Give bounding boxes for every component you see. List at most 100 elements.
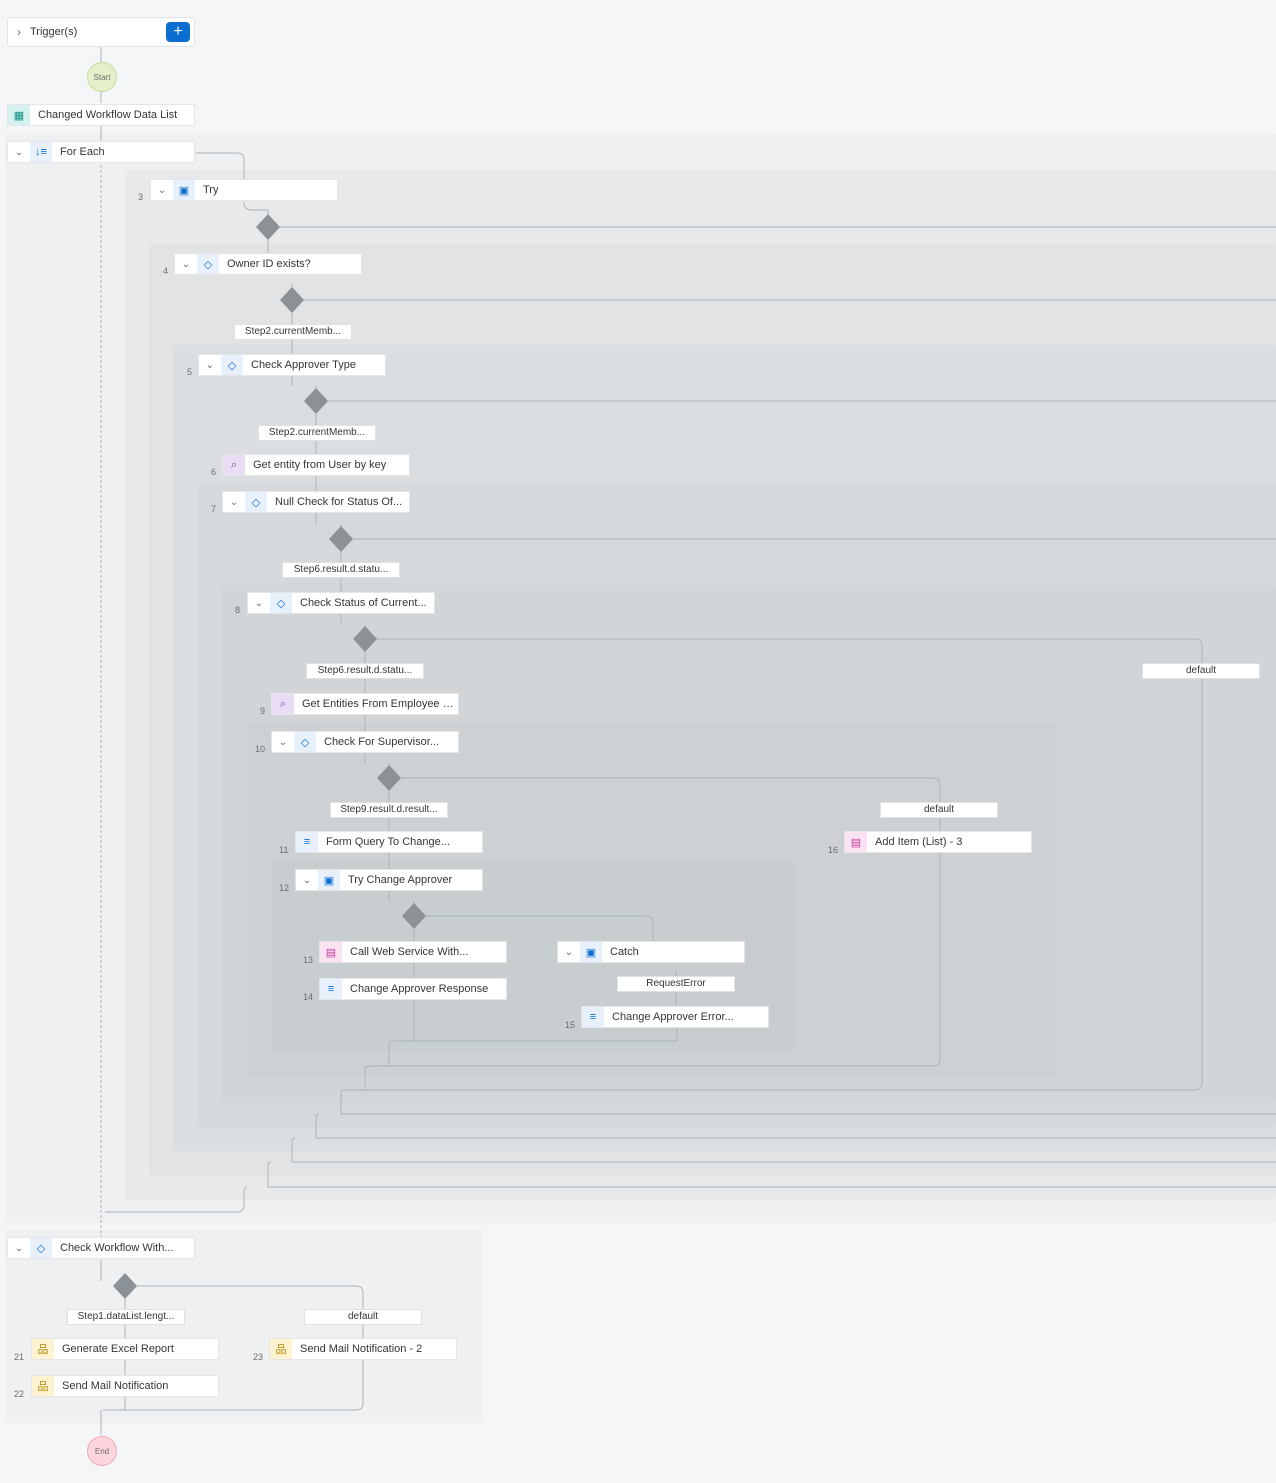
step-number: 22 bbox=[14, 1389, 25, 1399]
step-number: 12 bbox=[279, 883, 290, 893]
trigger-node[interactable]: › Trigger(s) + bbox=[7, 17, 195, 47]
script-icon: ≡ bbox=[320, 979, 342, 999]
check-status-node[interactable]: ⌄ ◇ Check Status of Current... bbox=[247, 592, 435, 614]
node-label: Change Approver Error... bbox=[612, 1011, 734, 1023]
try-node[interactable]: ⌄ ▣ Try bbox=[150, 179, 338, 201]
node-label: Generate Excel Report bbox=[62, 1343, 174, 1355]
step-number: 21 bbox=[14, 1352, 25, 1362]
condition-label[interactable]: default bbox=[1142, 663, 1260, 679]
connector-lines bbox=[100, 45, 1276, 1435]
try-icon: ▣ bbox=[318, 870, 340, 890]
condition-icon: ◇ bbox=[270, 593, 292, 613]
get-entities-job-node[interactable]: ⌕ Get Entities From Employee Job bbox=[271, 693, 459, 715]
gen-excel-node[interactable]: 品 Generate Excel Report bbox=[31, 1338, 219, 1360]
node-label: Try bbox=[203, 184, 219, 196]
catch-node[interactable]: ⌄ ▣ Catch bbox=[557, 941, 745, 963]
condition-label[interactable]: RequestError bbox=[617, 976, 735, 992]
end-node: End bbox=[87, 1436, 117, 1466]
script-icon: ≡ bbox=[296, 832, 318, 852]
try-change-node[interactable]: ⌄ ▣ Try Change Approver bbox=[295, 869, 483, 891]
check-approver-node[interactable]: ⌄ ◇ Check Approver Type bbox=[198, 354, 386, 376]
changed-list-node[interactable]: ▦ Changed Workflow Data List bbox=[7, 104, 195, 126]
condition-label[interactable]: Step9.result.d.result... bbox=[330, 802, 448, 818]
chevron-down-icon[interactable]: ⌄ bbox=[272, 732, 294, 752]
node-label: Check Status of Current... bbox=[300, 597, 427, 609]
condition-label[interactable]: Step6.result.d.statu... bbox=[282, 562, 400, 578]
condition-label[interactable]: Step2.currentMemb... bbox=[258, 425, 376, 441]
process-icon: 品 bbox=[32, 1339, 54, 1359]
odata-icon: ⌕ bbox=[223, 455, 245, 475]
node-label: For Each bbox=[60, 146, 105, 158]
start-node: Start bbox=[87, 62, 117, 92]
check-supervisor-node[interactable]: ⌄ ◇ Check For Supervisor... bbox=[271, 731, 459, 753]
node-label: Add Item (List) - 3 bbox=[875, 836, 963, 848]
send-mail-node[interactable]: 品 Send Mail Notification bbox=[31, 1375, 219, 1397]
chevron-right-circle-icon: › bbox=[17, 25, 21, 39]
get-entity-user-node[interactable]: ⌕ Get entity from User by key bbox=[222, 454, 410, 476]
condition-label[interactable]: Step2.currentMemb... bbox=[234, 324, 352, 340]
node-label: Check For Supervisor... bbox=[324, 736, 439, 748]
step-number: 10 bbox=[255, 744, 266, 754]
node-label: Try Change Approver bbox=[348, 874, 453, 886]
step-number: 14 bbox=[303, 992, 314, 1002]
condition-label[interactable]: default bbox=[880, 802, 998, 818]
owner-id-node[interactable]: ⌄ ◇ Owner ID exists? bbox=[174, 253, 362, 275]
chevron-down-icon[interactable]: ⌄ bbox=[248, 593, 270, 613]
end-label: End bbox=[94, 1446, 110, 1456]
script-icon: ≡ bbox=[582, 1007, 604, 1027]
form-query-node[interactable]: ≡ Form Query To Change... bbox=[295, 831, 483, 853]
chevron-down-icon[interactable]: ⌄ bbox=[175, 254, 197, 274]
condition-label[interactable]: default bbox=[304, 1309, 422, 1325]
clipboard-icon: ▤ bbox=[320, 942, 342, 962]
chevron-down-icon[interactable]: ⌄ bbox=[8, 142, 30, 162]
chevron-down-icon[interactable]: ⌄ bbox=[8, 1238, 30, 1258]
step-number: 15 bbox=[565, 1020, 576, 1030]
try-icon: ▣ bbox=[173, 180, 195, 200]
step-number: 13 bbox=[303, 955, 314, 965]
node-label: Catch bbox=[610, 946, 639, 958]
chevron-down-icon[interactable]: ⌄ bbox=[199, 355, 221, 375]
check-workflow-node[interactable]: ⌄ ◇ Check Workflow With... bbox=[7, 1237, 195, 1259]
trigger-label: Trigger(s) bbox=[30, 26, 78, 38]
step-number: 23 bbox=[253, 1352, 264, 1362]
condition-icon: ◇ bbox=[30, 1238, 52, 1258]
chevron-down-icon[interactable]: ⌄ bbox=[223, 492, 245, 512]
clipboard-icon: ▤ bbox=[845, 832, 867, 852]
for-each-node[interactable]: ⌄ ↓≡ For Each bbox=[7, 141, 195, 163]
step-number: 8 bbox=[235, 605, 241, 615]
node-label: Form Query To Change... bbox=[326, 836, 450, 848]
node-label: Change Approver Response bbox=[350, 983, 489, 995]
send-mail-2-node[interactable]: 品 Send Mail Notification - 2 bbox=[269, 1338, 457, 1360]
node-label: Owner ID exists? bbox=[227, 258, 311, 270]
change-err-node[interactable]: ≡ Change Approver Error... bbox=[581, 1006, 769, 1028]
node-label: Null Check for Status Of... bbox=[275, 496, 403, 508]
step-number: 16 bbox=[828, 845, 839, 855]
workflow-canvas: › Trigger(s) + Start ▦ Changed Workflow … bbox=[5, 5, 1276, 1483]
step-number: 6 bbox=[211, 467, 217, 477]
list-icon: ▦ bbox=[8, 105, 30, 125]
step-number: 4 bbox=[163, 266, 169, 276]
condition-icon: ◇ bbox=[294, 732, 316, 752]
start-label: Start bbox=[93, 72, 111, 82]
add-item-node[interactable]: ▤ Add Item (List) - 3 bbox=[844, 831, 1032, 853]
call-ws-node[interactable]: ▤ Call Web Service With... bbox=[319, 941, 507, 963]
loop-icon: ↓≡ bbox=[30, 142, 52, 162]
node-label: Get Entities From Employee Job bbox=[302, 698, 458, 710]
node-label: Call Web Service With... bbox=[350, 946, 469, 958]
add-trigger-button[interactable]: + bbox=[166, 22, 190, 42]
node-label: Send Mail Notification bbox=[62, 1380, 169, 1392]
node-label: Check Workflow With... bbox=[60, 1242, 174, 1254]
change-resp-node[interactable]: ≡ Change Approver Response bbox=[319, 978, 507, 1000]
node-label: Get entity from User by key bbox=[253, 459, 387, 471]
chevron-down-icon[interactable]: ⌄ bbox=[296, 870, 318, 890]
condition-label[interactable]: Step6.result.d.statu... bbox=[306, 663, 424, 679]
chevron-down-icon[interactable]: ⌄ bbox=[558, 942, 580, 962]
chevron-down-icon[interactable]: ⌄ bbox=[151, 180, 173, 200]
condition-icon: ◇ bbox=[197, 254, 219, 274]
null-check-node[interactable]: ⌄ ◇ Null Check for Status Of... bbox=[222, 491, 410, 513]
node-label: Send Mail Notification - 2 bbox=[300, 1343, 423, 1355]
condition-label[interactable]: Step1.dataList.lengt... bbox=[67, 1309, 185, 1325]
step-number: 11 bbox=[279, 845, 289, 855]
step-number: 9 bbox=[260, 706, 266, 716]
step-number: 3 bbox=[138, 192, 144, 202]
